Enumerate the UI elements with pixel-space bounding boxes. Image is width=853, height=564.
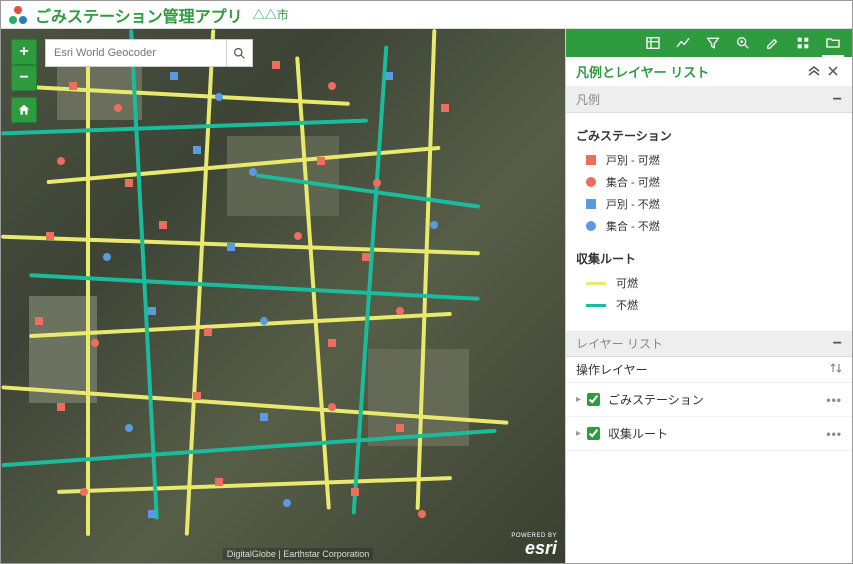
- home-button[interactable]: [11, 97, 37, 123]
- expand-layer-button[interactable]: ▸: [576, 394, 581, 405]
- layer-item: ▸ 収集ルート •••: [566, 417, 852, 451]
- home-icon: [17, 103, 31, 117]
- square-red-icon: [586, 155, 596, 165]
- close-icon: [828, 66, 838, 76]
- layer-item: ▸ ごみステーション •••: [566, 383, 852, 417]
- edit-tool-button[interactable]: [758, 29, 788, 57]
- circle-red-icon: [586, 177, 596, 187]
- close-panel-button[interactable]: [824, 65, 842, 79]
- line-green-icon: [586, 304, 606, 307]
- filter-tool-button[interactable]: [698, 29, 728, 57]
- layers-tool-button[interactable]: [818, 29, 848, 57]
- layer-checkbox-stations[interactable]: [587, 393, 600, 406]
- app-logo-icon: [9, 6, 27, 24]
- side-panel: 凡例とレイヤー リスト 凡例 − ごみステーション 戸別 - 可燃 集合 - 可…: [565, 29, 852, 563]
- legend-group-stations: ごみステーション: [576, 127, 842, 144]
- search-input[interactable]: [46, 40, 226, 66]
- collapse-legend-button[interactable]: −: [833, 92, 842, 108]
- table-tool-button[interactable]: [638, 29, 668, 57]
- square-blue-icon: [586, 199, 596, 209]
- legend-section-header: 凡例 −: [566, 87, 852, 113]
- legend-item: 不燃: [586, 297, 842, 313]
- map-attribution: DigitalGlobe | Earthstar Corporation: [223, 548, 373, 560]
- zoom-out-button[interactable]: −: [11, 65, 37, 91]
- collapse-layerlist-button[interactable]: −: [833, 336, 842, 352]
- legend-item: 集合 - 不燃: [586, 218, 842, 234]
- table-icon: [645, 35, 661, 51]
- chart-tool-button[interactable]: [668, 29, 698, 57]
- app-subtitle: △△市: [253, 6, 289, 23]
- inspect-icon: [735, 35, 751, 51]
- expand-layer-button[interactable]: ▸: [576, 428, 581, 439]
- layer-more-button[interactable]: •••: [826, 427, 842, 441]
- sort-layers-button[interactable]: [830, 362, 842, 377]
- layerlist-section-header: レイヤー リスト −: [566, 331, 852, 357]
- side-toolbar: [566, 29, 852, 57]
- filter-icon: [705, 35, 721, 51]
- inspect-tool-button[interactable]: [728, 29, 758, 57]
- esri-logo: POWERED BY esri: [511, 533, 557, 557]
- operation-layer-header: 操作レイヤー: [566, 357, 852, 383]
- search-button[interactable]: [226, 40, 252, 66]
- layerlist-section-title: レイヤー リスト: [576, 335, 663, 352]
- search-icon: [233, 47, 246, 60]
- geocoder-search: [45, 39, 253, 67]
- pencil-icon: [765, 35, 781, 51]
- chart-icon: [675, 35, 691, 51]
- legend-item: 戸別 - 可燃: [586, 152, 842, 168]
- zoom-in-button[interactable]: +: [11, 39, 37, 65]
- layer-name: ごみステーション: [608, 391, 704, 408]
- layer-checkbox-routes[interactable]: [587, 427, 600, 440]
- legend-item: 集合 - 可燃: [586, 174, 842, 190]
- layer-more-button[interactable]: •••: [826, 393, 842, 407]
- sort-icon: [830, 362, 842, 374]
- operation-layer-title: 操作レイヤー: [576, 361, 648, 378]
- folder-icon: [825, 35, 841, 51]
- grid-tool-button[interactable]: [788, 29, 818, 57]
- app-title: ごみステーション管理アプリ: [35, 3, 243, 27]
- circle-blue-icon: [586, 221, 596, 231]
- layer-name: 収集ルート: [608, 425, 668, 442]
- legend-body: ごみステーション 戸別 - 可燃 集合 - 可燃 戸別 - 不燃 集合 - 不燃…: [566, 113, 852, 331]
- legend-section-title: 凡例: [576, 91, 600, 108]
- double-chevron-up-icon: [808, 66, 820, 76]
- app-header: ごみステーション管理アプリ △△市: [1, 1, 852, 29]
- line-yellow-icon: [586, 282, 606, 285]
- legend-group-routes: 収集ルート: [576, 250, 842, 267]
- collapse-up-button[interactable]: [804, 65, 824, 79]
- legend-item: 戸別 - 不燃: [586, 196, 842, 212]
- grid-icon: [795, 35, 811, 51]
- legend-item: 可燃: [586, 275, 842, 291]
- map-canvas[interactable]: + − DigitalGlobe | Earthstar Corporation…: [1, 29, 565, 563]
- panel-title-bar: 凡例とレイヤー リスト: [566, 57, 852, 87]
- panel-title: 凡例とレイヤー リスト: [576, 62, 709, 81]
